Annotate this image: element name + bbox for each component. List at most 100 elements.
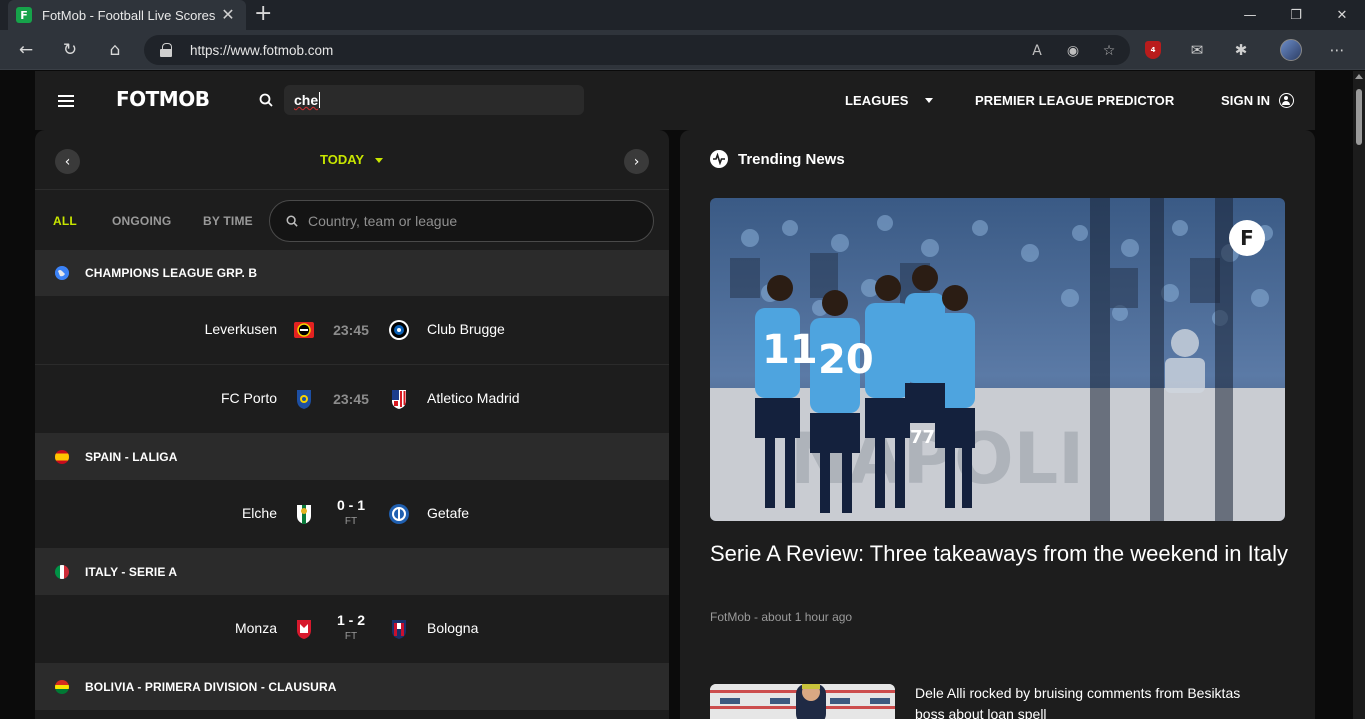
filter-all[interactable]: ALL (53, 214, 77, 228)
match-score: 0 - 1 (336, 497, 365, 513)
minimize-icon[interactable]: — (1227, 0, 1273, 30)
home-team: FC Porto (220, 390, 277, 406)
more-menu-icon[interactable]: ⋯ (1324, 38, 1350, 62)
fotmob-badge-icon: F (1229, 220, 1265, 256)
svg-text:11: 11 (762, 327, 818, 373)
kickoff-time: 23:45 (333, 391, 369, 407)
fotmob-logo[interactable]: FOTMOB (116, 87, 210, 111)
ublock-extension-icon[interactable]: 4 (1140, 38, 1166, 62)
profile-avatar[interactable] (1278, 38, 1304, 62)
home-team: Leverkusen (204, 321, 277, 337)
leagues-caret-icon[interactable] (925, 98, 933, 103)
date-caret-icon[interactable] (375, 158, 383, 163)
tracking-prevention-icon[interactable]: ◉ (1062, 40, 1084, 62)
user-icon[interactable] (1279, 93, 1294, 108)
monza-crest-icon (297, 620, 311, 639)
page-scrollbar[interactable] (1353, 71, 1365, 719)
section-title: Trending News (738, 150, 845, 168)
scroll-up-arrow-icon[interactable] (1355, 74, 1363, 79)
matches-panel: ‹ TODAY › ALL ONGOING BY TIME Country, t… (35, 130, 669, 719)
next-day-button[interactable]: › (624, 149, 649, 174)
read-aloud-icon[interactable]: A (1026, 40, 1048, 62)
restore-icon[interactable]: ❐ (1273, 0, 1319, 30)
league-name: ITALY - SERIE A (85, 565, 178, 579)
match-score: 1 - 2 (336, 612, 365, 628)
bolivia-flag-icon (55, 680, 69, 694)
league-header-italy-serie-a[interactable]: ITALY - SERIE A (35, 549, 669, 595)
lead-article-byline: FotMob - about 1 hour ago (710, 610, 853, 624)
mail-extension-icon[interactable]: ✉ (1184, 38, 1210, 62)
league-header-bolivia-primera-division[interactable]: BOLIVIA - PRIMERA DIVISION - CLAUSURA (35, 664, 669, 710)
back-icon[interactable]: ← (14, 38, 38, 62)
leverkusen-crest-icon (294, 322, 314, 338)
home-team: Monza (234, 620, 277, 636)
browser-toolbar: ← ↻ ⌂ https://www.fotmob.com A ◉ ☆ 4 ✉ ✱… (0, 30, 1365, 70)
league-name: CHAMPIONS LEAGUE GRP. B (85, 266, 258, 280)
league-header-spain-laliga[interactable]: SPAIN - LALIGA (35, 434, 669, 480)
page-viewport: FOTMOB che LEAGUES PREMIER LEAGUE PREDIC… (0, 71, 1365, 719)
favorite-star-icon[interactable]: ☆ (1098, 40, 1120, 62)
league-header-champions-league[interactable]: CHAMPIONS LEAGUE GRP. B (35, 250, 669, 296)
trending-pulse-icon (710, 150, 728, 168)
address-bar[interactable]: https://www.fotmob.com A ◉ ☆ (144, 35, 1130, 65)
hamburger-menu-icon[interactable] (58, 95, 74, 107)
match-status: FT (344, 516, 358, 527)
match-row[interactable]: Leverkusen 23:45 Club Brugge (35, 296, 669, 365)
date-selector: ‹ TODAY › (35, 130, 669, 190)
close-window-icon[interactable]: ✕ (1319, 0, 1365, 30)
extensions-puzzle-icon[interactable]: ✱ (1228, 38, 1254, 62)
italy-flag-icon (55, 565, 69, 579)
away-team: Bologna (427, 620, 479, 636)
browser-tab[interactable]: F FotMob - Football Live Scores ✕ (8, 0, 246, 30)
site-search-input[interactable]: che (284, 85, 584, 115)
previous-day-button[interactable]: ‹ (55, 149, 80, 174)
league-name: BOLIVIA - PRIMERA DIVISION - CLAUSURA (85, 680, 337, 694)
match-row[interactable]: Elche 0 - 1 FT Getafe (35, 480, 669, 549)
atletico-madrid-crest-icon (392, 390, 406, 409)
match-row[interactable]: Monza 1 - 2 FT Bologna (35, 595, 669, 664)
home-team: Elche (241, 505, 277, 521)
filter-by-time[interactable]: BY TIME (203, 214, 253, 228)
lead-article-headline[interactable]: Serie A Review: Three takeaways from the… (710, 539, 1290, 569)
filter-ongoing[interactable]: ONGOING (112, 214, 171, 228)
scrollbar-thumb[interactable] (1356, 89, 1362, 145)
filter-bar: ALL ONGOING BY TIME Country, team or lea… (35, 190, 669, 250)
getafe-crest-icon (389, 504, 409, 524)
new-tab-icon[interactable]: + (254, 3, 272, 25)
search-icon[interactable] (259, 93, 273, 107)
globe-icon (55, 266, 69, 280)
kickoff-time: 23:45 (333, 322, 369, 338)
browser-tab-bar: F FotMob - Football Live Scores ✕ + — ❐ … (0, 0, 1365, 30)
refresh-icon[interactable]: ↻ (58, 38, 82, 62)
trending-news-panel: Trending News NAPOLI 11 20 77 F Serie A … (680, 130, 1315, 719)
match-row[interactable]: FC Porto 23:45 Atletico Madrid (35, 365, 669, 434)
away-team: Atletico Madrid (427, 390, 520, 406)
bologna-crest-icon (392, 620, 406, 639)
lead-article-image[interactable]: NAPOLI 11 20 77 F (710, 198, 1285, 521)
elche-crest-icon (297, 505, 311, 524)
search-input-value: che (294, 92, 319, 108)
svg-text:77: 77 (910, 427, 935, 448)
tab-title: FotMob - Football Live Scores (42, 7, 216, 23)
site-header: FOTMOB che LEAGUES PREMIER LEAGUE PREDIC… (35, 71, 1315, 130)
match-status: FT (344, 631, 358, 642)
nav-premier-league-predictor[interactable]: PREMIER LEAGUE PREDICTOR (975, 93, 1174, 108)
search-icon (286, 215, 298, 227)
nav-sign-in[interactable]: SIGN IN (1221, 93, 1270, 108)
svg-text:20: 20 (818, 337, 874, 383)
home-icon[interactable]: ⌂ (103, 38, 127, 62)
nav-leagues[interactable]: LEAGUES (845, 93, 909, 108)
league-name: SPAIN - LALIGA (85, 450, 178, 464)
tab-close-icon[interactable]: ✕ (218, 5, 238, 25)
url-text: https://www.fotmob.com (190, 42, 334, 58)
second-article-thumbnail[interactable] (710, 684, 895, 719)
news-header: Trending News (710, 150, 845, 168)
away-team: Getafe (427, 505, 470, 521)
second-article-headline[interactable]: Dele Alli rocked by bruising comments fr… (915, 683, 1255, 719)
fc-porto-crest-icon (297, 390, 311, 409)
fotmob-favicon-icon: F (16, 7, 32, 23)
text-caret (319, 92, 321, 108)
lock-icon[interactable] (160, 43, 172, 57)
league-search-input[interactable]: Country, team or league (269, 200, 654, 242)
date-label[interactable]: TODAY (320, 152, 364, 167)
